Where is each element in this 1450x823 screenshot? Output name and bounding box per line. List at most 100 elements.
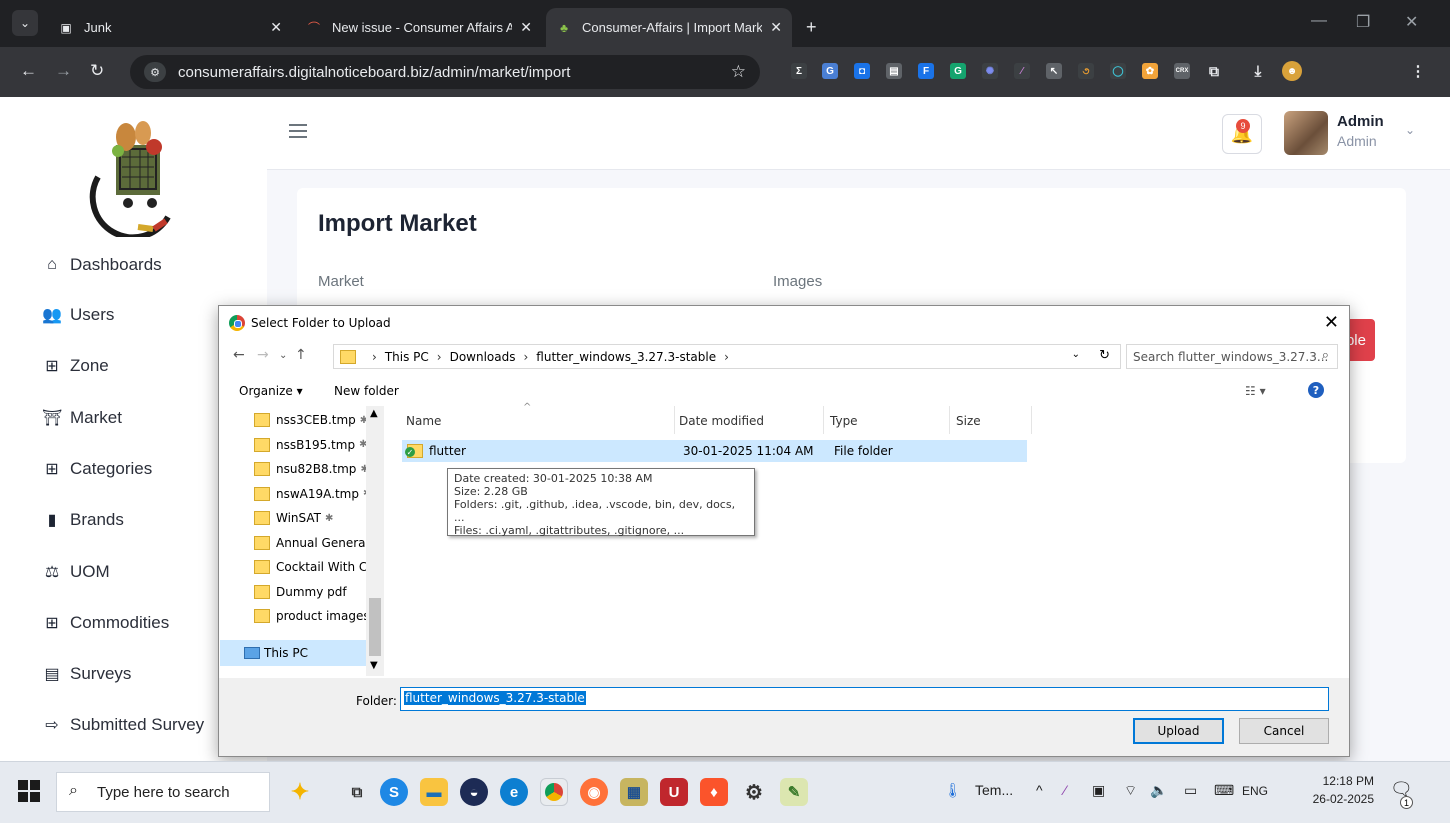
nav-item-folder[interactable]: Dummy pdf [254, 581, 366, 603]
nav-item-folder[interactable]: nswA19A.tmp✱ [254, 483, 366, 505]
gear-extension-icon[interactable]: ✺ [982, 63, 998, 79]
volume-icon[interactable]: 🔈 [1150, 782, 1167, 799]
sidebar-item-users[interactable]: 👥 Users [42, 300, 114, 330]
antivirus-icon[interactable]: U [660, 778, 688, 806]
sidebar-item-dashboards[interactable]: ⌂ Dashboards [42, 250, 162, 280]
chrome-taskbar-icon[interactable] [540, 778, 568, 806]
recent-locations-icon[interactable]: ⌄ [279, 350, 287, 361]
nav-item-folder[interactable]: Cocktail With Co [254, 556, 366, 578]
close-tab-icon[interactable]: ✕ [270, 19, 282, 36]
nav-item-folder[interactable]: WinSAT ✱ [254, 507, 366, 529]
minimize-icon[interactable]: — [1311, 12, 1327, 30]
menu-kebab-icon[interactable]: ⋮ [1410, 63, 1426, 80]
nav-item-folder[interactable]: nss3CEB.tmp ✱ [254, 409, 366, 431]
close-tab-icon[interactable]: ✕ [520, 19, 532, 36]
upload-button[interactable]: Upload [1133, 718, 1224, 744]
crx-extension-icon[interactable]: CRX [1174, 63, 1190, 79]
brave-icon[interactable]: ♦ [700, 778, 728, 806]
breadcrumb-this-pc[interactable]: This PC [385, 350, 429, 364]
cursor-extension-icon[interactable]: ↖ [1046, 63, 1062, 79]
organize-menu[interactable]: Organize ▾ [239, 384, 303, 398]
firefox-icon[interactable]: ◉ [580, 778, 608, 806]
new-tab-button[interactable]: + [796, 8, 832, 47]
meet-now-icon[interactable]: ▣ [1092, 782, 1105, 799]
nav-item-folder[interactable]: product images [254, 605, 366, 627]
sidebar-item-market[interactable]: ⛩ Market [42, 403, 122, 433]
site-settings-icon[interactable]: ⚙ [144, 62, 166, 82]
column-divider[interactable] [1031, 406, 1032, 434]
new-folder-button[interactable]: New folder [334, 384, 399, 398]
sidebar-item-zone[interactable]: ⊞ Zone [42, 351, 108, 381]
up-folder-icon[interactable]: ↑ [295, 347, 307, 363]
chevron-down-icon[interactable]: ⌄ [1072, 349, 1080, 360]
breadcrumb-current-folder[interactable]: flutter_windows_3.27.3-stable [536, 350, 716, 364]
tab-new-issue[interactable]: ⌒ New issue - Consumer Affairs A ✕ [296, 8, 542, 47]
path-breadcrumb[interactable]: › This PC › Downloads › flutter_windows_… [333, 344, 1121, 369]
translate-extension-icon[interactable]: G [822, 63, 838, 79]
pen-extension-icon[interactable]: ⁄ [1014, 63, 1030, 79]
column-divider[interactable] [674, 406, 675, 434]
copilot-sparkle-icon[interactable]: ✦ [286, 778, 314, 806]
db-tool-icon[interactable]: ▦ [620, 778, 648, 806]
tab-search-button[interactable]: ⌄ [12, 10, 38, 36]
column-header-type[interactable]: Type [830, 414, 858, 428]
sidebar-item-brands[interactable]: ▮ Brands [42, 505, 124, 535]
close-window-icon[interactable]: ✕ [1405, 12, 1418, 32]
keyboard-icon[interactable]: ⌨ [1214, 782, 1234, 799]
notepad-icon[interactable]: ✎ [780, 778, 808, 806]
bookmark-star-icon[interactable]: ☆ [731, 62, 746, 82]
settings-gear-icon[interactable]: ⚙ [740, 778, 768, 806]
sidebar-item-commodities[interactable]: ⊞ Commodities [42, 608, 169, 638]
folder-name-input[interactable]: flutter_windows_3.27.3-stable [400, 687, 1329, 711]
sidebar-item-categories[interactable]: ⊞ Categories [42, 454, 152, 484]
column-header-name[interactable]: Name [406, 414, 441, 428]
extensions-puzzle-icon[interactable]: ⧉ [1206, 63, 1222, 79]
avatar[interactable] [1284, 111, 1328, 155]
nav-item-folder[interactable]: Annual General M [254, 532, 366, 554]
wifi-icon[interactable]: ⌔ [1124, 782, 1137, 800]
show-hidden-icons-chevron[interactable]: ^ [1036, 782, 1043, 798]
notification-button[interactable]: 🔔 9 [1222, 114, 1262, 154]
breadcrumb-downloads[interactable]: Downloads [450, 350, 516, 364]
windows-start-icon[interactable] [18, 780, 40, 802]
restore-icon[interactable]: ❐ [1356, 12, 1370, 32]
tab-manager-extension-icon[interactable]: ▤ [886, 63, 902, 79]
tab-junk[interactable]: ▣ Junk ✕ [48, 8, 292, 47]
column-divider[interactable] [949, 406, 950, 434]
ft-extension-icon[interactable]: F [918, 63, 934, 79]
taskbar-search-input[interactable]: ⌕ Type here to search [56, 772, 270, 812]
reload-icon[interactable]: ↻ [90, 61, 104, 81]
close-icon[interactable]: ✕ [1324, 312, 1339, 333]
swirl-extension-icon[interactable]: ૭ [1078, 63, 1094, 79]
back-icon[interactable]: ← [20, 61, 37, 81]
download-icon[interactable]: ⤓ [1250, 63, 1266, 80]
weather-icon[interactable]: 🌡 [944, 782, 962, 799]
sidebar-item-uom[interactable]: ⚖ UOM [42, 557, 110, 587]
cancel-button[interactable]: Cancel [1239, 718, 1329, 744]
column-header-size[interactable]: Size [956, 414, 981, 428]
back-icon[interactable]: ← [233, 347, 245, 363]
address-bar[interactable]: ⚙ consumeraffairs.digitalnoticeboard.biz… [130, 55, 760, 89]
cookie-extension-icon[interactable]: ✿ [1142, 63, 1158, 79]
sidebar-item-submitted-survey[interactable]: ⇨ Submitted Survey [42, 710, 204, 740]
folder-search-input[interactable]: Search flutter_windows_3.27.3... ⌕ [1126, 344, 1338, 369]
nav-item-this-pc[interactable]: This PC [220, 640, 366, 666]
system-clock[interactable]: 12:18 PM 26-02-2025 [1312, 772, 1374, 808]
chevron-down-icon[interactable]: ⌄ [1405, 123, 1415, 137]
circle-extension-icon[interactable]: ◯ [1110, 63, 1126, 79]
task-view-icon[interactable]: ⧉ [343, 778, 371, 806]
profile-avatar-icon[interactable]: ☻ [1282, 61, 1302, 81]
skype-icon[interactable]: S [380, 778, 408, 806]
file-row[interactable]: flutter 30-01-2025 11:04 AM File folder [402, 440, 1027, 462]
edge-icon[interactable]: e [500, 778, 528, 806]
scroll-thumb[interactable] [369, 598, 381, 656]
forward-icon[interactable]: → [257, 347, 269, 363]
column-header-date-modified[interactable]: Date modified [679, 414, 764, 428]
weather-text[interactable]: Tem... [975, 782, 1013, 798]
file-explorer-icon[interactable]: ▬ [420, 778, 448, 806]
language-indicator[interactable]: ENG [1242, 784, 1268, 798]
nav-item-folder[interactable]: nsu82B8.tmp ✱ [254, 458, 366, 480]
forward-icon[interactable]: → [55, 61, 72, 81]
tab-import-market[interactable]: ♣ Consumer-Affairs | Import Mark ✕ [546, 8, 792, 47]
eclipse-icon[interactable]: ◒ [460, 778, 488, 806]
